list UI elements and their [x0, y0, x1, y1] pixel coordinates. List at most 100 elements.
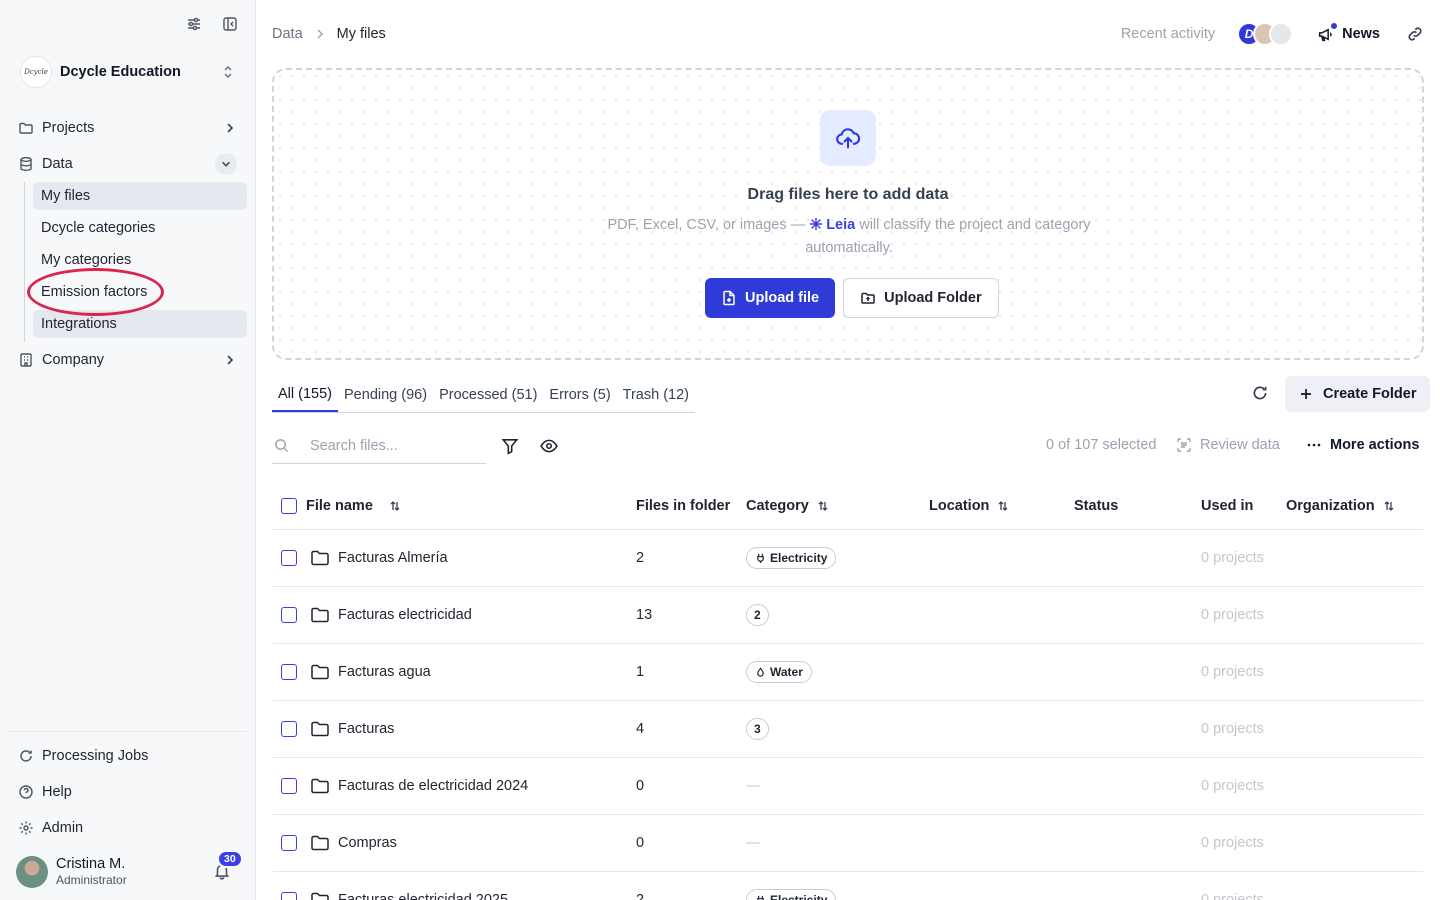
table-row[interactable]: Facturas electricidad 2025 2 Electricity… [273, 872, 1423, 900]
file-name-cell[interactable]: Facturas electricidad [306, 606, 636, 624]
eye-icon[interactable] [540, 437, 560, 455]
tab-all[interactable]: All (155) [272, 378, 339, 412]
category-label: Electricity [770, 551, 828, 565]
header-organization[interactable]: Organization [1286, 498, 1423, 514]
ellipsis-icon [1306, 437, 1322, 453]
breadcrumb-my-files: My files [336, 26, 386, 42]
file-dropzone[interactable]: Drag files here to add data PDF, Excel, … [272, 68, 1424, 360]
category-badge[interactable]: Electricity [746, 547, 837, 569]
nav-item-help[interactable]: Help [8, 776, 247, 808]
table-row[interactable]: Facturas electricidad 13 2 0 projects [273, 587, 1423, 644]
nav-item-label: Projects [42, 120, 95, 136]
user-profile[interactable]: Cristina M. Administrator 30 [16, 850, 243, 889]
nav-item-company[interactable]: Company [8, 344, 247, 376]
tab-pending[interactable]: Pending (96) [338, 378, 433, 412]
file-name-cell[interactable]: Compras [306, 834, 636, 852]
nav-item-label: Admin [42, 820, 84, 836]
header-location[interactable]: Location [929, 498, 1074, 514]
row-checkbox[interactable] [281, 892, 297, 900]
subnav-item-emission-factors[interactable]: Emission factors [33, 278, 247, 306]
used-in-cell: 0 projects [1201, 721, 1264, 737]
collapse-sidebar-icon[interactable] [220, 14, 240, 34]
tab-count: (51) [511, 387, 538, 403]
tab-count: (96) [401, 387, 428, 403]
more-actions-button[interactable]: More actions [1306, 437, 1419, 453]
building-icon [18, 352, 34, 368]
folder-icon [18, 120, 34, 136]
nav-item-admin[interactable]: Admin [8, 812, 247, 844]
row-checkbox[interactable] [281, 550, 297, 566]
folder-icon [310, 777, 330, 795]
table-row[interactable]: Compras 0 — 0 projects [273, 815, 1423, 872]
bell-icon[interactable]: 30 [213, 850, 243, 882]
table-row[interactable]: Facturas agua 1 Water 0 projects [273, 644, 1423, 701]
recent-activity-link[interactable]: Recent activity [1121, 26, 1215, 42]
header-file-name[interactable]: File name [306, 498, 636, 514]
nav-item-processing-jobs[interactable]: Processing Jobs [8, 740, 247, 772]
nav-item-data[interactable]: Data [8, 148, 247, 180]
select-all-checkbox[interactable] [281, 497, 297, 514]
file-name-cell[interactable]: Facturas Almería [306, 549, 636, 567]
nav-item-projects[interactable]: Projects [8, 112, 247, 144]
header-label: File name [306, 497, 373, 514]
search-input[interactable] [310, 437, 480, 454]
main-nav: Projects Data [8, 112, 247, 180]
file-name: Facturas electricidad 2025 [338, 892, 509, 900]
upload-folder-button[interactable]: Upload Folder [843, 278, 999, 318]
scan-icon [1176, 437, 1192, 453]
category-badge[interactable]: Electricity [746, 889, 837, 900]
dropzone-title: Drag files here to add data [747, 186, 949, 203]
sort-icon [997, 500, 1009, 512]
file-name-cell[interactable]: Facturas electricidad 2025 [306, 891, 636, 900]
row-checkbox[interactable] [281, 721, 297, 737]
file-name-cell[interactable]: Facturas de electricidad 2024 [306, 777, 636, 795]
row-checkbox[interactable] [281, 607, 297, 623]
sliders-icon[interactable] [184, 14, 204, 34]
subnav-item-my-categories[interactable]: My categories [33, 246, 247, 274]
upload-file-button[interactable]: Upload file [705, 278, 836, 318]
refresh-icon[interactable] [1251, 384, 1271, 404]
file-name-cell[interactable]: Facturas agua [306, 663, 636, 681]
category-count-badge[interactable]: 2 [746, 604, 769, 626]
folder-upload-icon [860, 290, 876, 306]
file-name-cell[interactable]: Facturas [306, 720, 636, 738]
collaborator-avatars[interactable]: D [1237, 22, 1294, 46]
tab-trash[interactable]: Trash (12) [617, 378, 695, 412]
subnav-item-integrations[interactable]: Integrations [33, 310, 247, 338]
news-button[interactable]: News [1317, 21, 1380, 43]
link-icon[interactable] [1406, 25, 1424, 43]
category-empty: — [746, 778, 761, 794]
chevron-up-down-icon [221, 64, 237, 80]
table-row[interactable]: Facturas de electricidad 2024 0 — 0 proj… [273, 758, 1423, 815]
subnav-item-my-files[interactable]: My files [33, 182, 247, 210]
files-count: 2 [636, 892, 645, 900]
leia-link[interactable]: Leia [809, 217, 855, 233]
row-checkbox[interactable] [281, 664, 297, 680]
create-folder-button[interactable]: Create Folder [1285, 376, 1431, 412]
category-badge[interactable]: Water [746, 661, 812, 683]
header-category[interactable]: Category [746, 498, 929, 514]
subnav-item-dcycle-categories[interactable]: Dcycle categories [33, 214, 247, 242]
plug-icon [755, 553, 766, 564]
tab-errors[interactable]: Errors (5) [543, 378, 616, 412]
table-row[interactable]: Facturas 4 3 0 projects [273, 701, 1423, 758]
refresh-icon [18, 748, 34, 764]
row-checkbox[interactable] [281, 835, 297, 851]
files-table: File name Files in folder Category Locat… [273, 482, 1423, 900]
breadcrumb-data[interactable]: Data [272, 26, 303, 42]
sort-icon [817, 500, 829, 512]
filter-icon[interactable] [501, 437, 519, 455]
used-in-cell: 0 projects [1201, 835, 1264, 851]
review-data-button[interactable]: Review data [1176, 437, 1280, 453]
bottom-nav: Processing Jobs Help Admin [8, 740, 247, 844]
category-count-badge[interactable]: 3 [746, 718, 769, 740]
dropzone-subtitle-pre: PDF, Excel, CSV, or images — [607, 217, 810, 233]
table-row[interactable]: Facturas Almería 2 Electricity 0 project… [273, 530, 1423, 587]
header-files-in-folder: Files in folder [636, 497, 731, 514]
org-switcher[interactable]: Dcycle Dcycle Education [20, 56, 237, 88]
row-checkbox[interactable] [281, 778, 297, 794]
tab-processed[interactable]: Processed (51) [433, 378, 543, 412]
user-info: Cristina M. Administrator [56, 856, 213, 888]
database-icon [18, 156, 34, 172]
selection-count: 0 of 107 selected [1046, 437, 1157, 453]
